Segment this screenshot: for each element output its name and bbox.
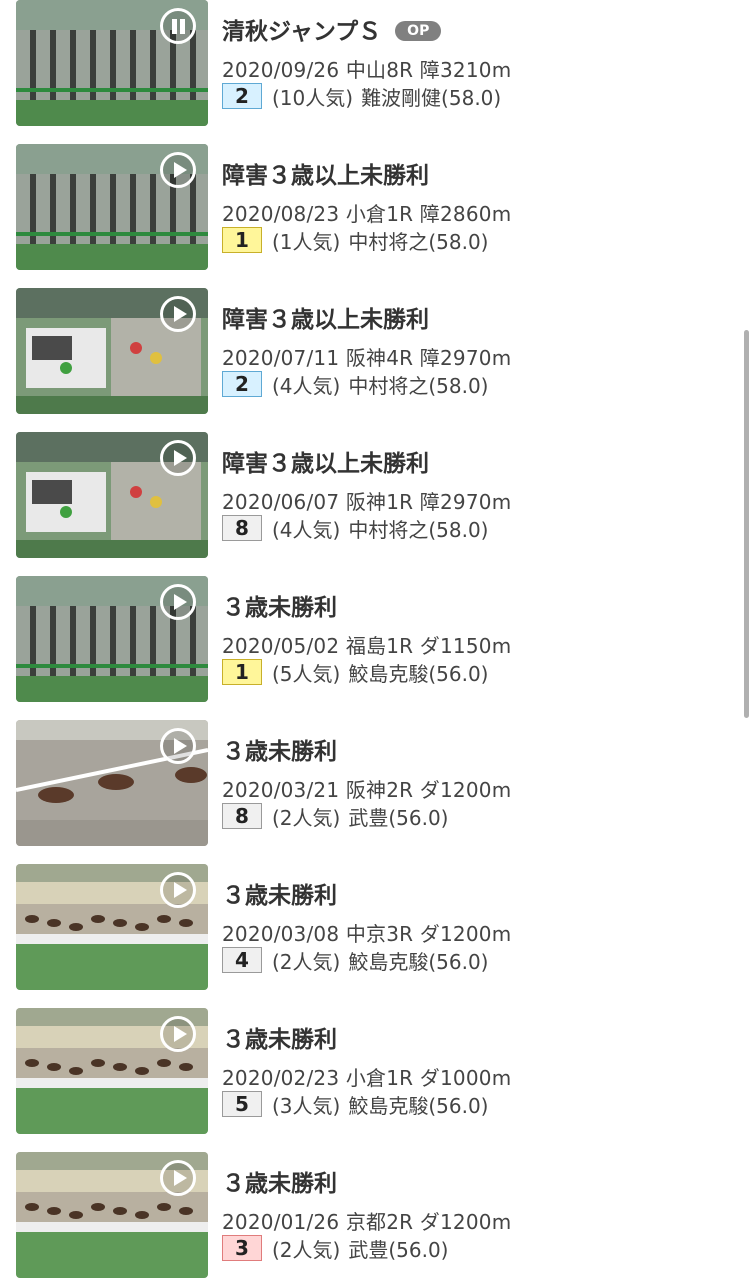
race-video-thumbnail[interactable] [16, 1152, 208, 1278]
popularity: (10人気) [272, 85, 354, 110]
race-name[interactable]: 障害３歳以上未勝利 [222, 300, 429, 334]
popularity: (4人気) [272, 373, 341, 398]
finish-position-badge: 3 [222, 1235, 262, 1261]
popularity: (2人気) [272, 1237, 341, 1262]
race-name[interactable]: ３歳未勝利 [222, 1020, 337, 1054]
result-line: 8 (4人気) 中村将之(58.0) [222, 514, 488, 542]
pause-icon[interactable] [160, 8, 196, 44]
race-row[interactable]: ３歳未勝利 2020/03/08 中京3R ダ1200m 4 (2人気) 鮫島克駿(56… [0, 846, 755, 990]
race-video-thumbnail[interactable] [16, 720, 208, 846]
popularity: (2人気) [272, 805, 341, 830]
popularity: (5人気) [272, 661, 341, 686]
finish-position-badge: 1 [222, 227, 262, 253]
race-name[interactable]: 障害３歳以上未勝利 [222, 444, 429, 478]
result-line: 2 (10人気) 難波剛健(58.0) [222, 82, 501, 110]
play-icon[interactable] [160, 152, 196, 188]
race-info: 2020/03/08 中京3R ダ1200m [222, 922, 512, 946]
race-video-thumbnail[interactable] [16, 144, 208, 270]
race-info: 2020/05/02 福島1R ダ1150m [222, 634, 512, 658]
race-info: 2020/06/07 阪神1R 障2970m [222, 490, 512, 514]
result-line: 2 (4人気) 中村将之(58.0) [222, 370, 488, 398]
race-video-thumbnail[interactable] [16, 1008, 208, 1134]
finish-position-badge: 2 [222, 371, 262, 397]
popularity: (4人気) [272, 517, 341, 542]
race-history-list: 清秋ジャンプＳ OP 2020/09/26 中山8R 障3210m 2 (10人気) 難波… [0, 0, 755, 1278]
jockey-weight: 武豊(56.0) [348, 1237, 449, 1262]
race-row[interactable]: ３歳未勝利 2020/01/26 京都2R ダ1200m 3 (2人気) 武豊(56.0… [0, 1134, 755, 1278]
grade-badge: OP [395, 21, 442, 41]
play-icon[interactable] [160, 440, 196, 476]
popularity: (3人気) [272, 1093, 341, 1118]
finish-position-badge: 8 [222, 515, 262, 541]
result-line: 1 (1人気) 中村将之(58.0) [222, 226, 488, 254]
result-line: 1 (5人気) 鮫島克駿(56.0) [222, 658, 488, 686]
race-name-text: 障害３歳以上未勝利 [222, 163, 429, 189]
finish-position-badge: 1 [222, 659, 262, 685]
race-name-text: ３歳未勝利 [222, 883, 337, 909]
race-info: 2020/01/26 京都2R ダ1200m [222, 1210, 512, 1234]
jockey-weight: 難波剛健(58.0) [361, 85, 502, 110]
jockey-weight: 中村将之(58.0) [348, 517, 489, 542]
result-line: 8 (2人気) 武豊(56.0) [222, 802, 448, 830]
race-row[interactable]: ３歳未勝利 2020/03/21 阪神2R ダ1200m 8 (2人気) 武豊(56.0… [0, 702, 755, 846]
play-icon[interactable] [160, 296, 196, 332]
scrollbar[interactable] [744, 330, 749, 718]
race-name-text: ３歳未勝利 [222, 1027, 337, 1053]
play-icon[interactable] [160, 728, 196, 764]
race-video-thumbnail[interactable] [16, 432, 208, 558]
race-name[interactable]: 清秋ジャンプＳ OP [222, 12, 442, 46]
race-info: 2020/09/26 中山8R 障3210m [222, 58, 512, 82]
jockey-weight: 中村将之(58.0) [348, 229, 489, 254]
race-name-text: 障害３歳以上未勝利 [222, 307, 429, 333]
race-name[interactable]: 障害３歳以上未勝利 [222, 156, 429, 190]
race-info: 2020/02/23 小倉1R ダ1000m [222, 1066, 512, 1090]
jockey-weight: 中村将之(58.0) [348, 373, 489, 398]
jockey-weight: 鮫島克駿(56.0) [348, 661, 489, 686]
jockey-weight: 鮫島克駿(56.0) [348, 949, 489, 974]
race-name-text: 清秋ジャンプＳ [222, 19, 382, 45]
finish-position-badge: 8 [222, 803, 262, 829]
race-video-thumbnail[interactable] [16, 288, 208, 414]
race-video-thumbnail[interactable] [16, 864, 208, 990]
popularity: (1人気) [272, 229, 341, 254]
race-row[interactable]: 障害３歳以上未勝利 2020/06/07 阪神1R 障2970m 8 (4人気) 中村将… [0, 414, 755, 558]
play-icon[interactable] [160, 584, 196, 620]
race-name-text: ３歳未勝利 [222, 595, 337, 621]
result-line: 5 (3人気) 鮫島克駿(56.0) [222, 1090, 488, 1118]
race-name[interactable]: ３歳未勝利 [222, 588, 337, 622]
race-video-thumbnail[interactable] [16, 576, 208, 702]
race-row[interactable]: 清秋ジャンプＳ OP 2020/09/26 中山8R 障3210m 2 (10人気) 難波… [0, 0, 755, 126]
finish-position-badge: 4 [222, 947, 262, 973]
race-name-text: ３歳未勝利 [222, 1171, 337, 1197]
race-info: 2020/03/21 阪神2R ダ1200m [222, 778, 512, 802]
finish-position-badge: 2 [222, 83, 262, 109]
race-name[interactable]: ３歳未勝利 [222, 876, 337, 910]
play-icon[interactable] [160, 872, 196, 908]
race-video-thumbnail[interactable] [16, 0, 208, 126]
result-line: 4 (2人気) 鮫島克駿(56.0) [222, 946, 488, 974]
race-row[interactable]: 障害３歳以上未勝利 2020/07/11 阪神4R 障2970m 2 (4人気) 中村将… [0, 270, 755, 414]
race-name-text: ３歳未勝利 [222, 739, 337, 765]
race-row[interactable]: ３歳未勝利 2020/02/23 小倉1R ダ1000m 5 (3人気) 鮫島克駿(56… [0, 990, 755, 1134]
race-row[interactable]: 障害３歳以上未勝利 2020/08/23 小倉1R 障2860m 1 (1人気) 中村将… [0, 126, 755, 270]
race-name-text: 障害３歳以上未勝利 [222, 451, 429, 477]
race-name[interactable]: ３歳未勝利 [222, 1164, 337, 1198]
race-info: 2020/08/23 小倉1R 障2860m [222, 202, 512, 226]
race-name[interactable]: ３歳未勝利 [222, 732, 337, 766]
finish-position-badge: 5 [222, 1091, 262, 1117]
play-icon[interactable] [160, 1016, 196, 1052]
result-line: 3 (2人気) 武豊(56.0) [222, 1234, 448, 1262]
race-row[interactable]: ３歳未勝利 2020/05/02 福島1R ダ1150m 1 (5人気) 鮫島克駿(56… [0, 558, 755, 702]
race-info: 2020/07/11 阪神4R 障2970m [222, 346, 512, 370]
jockey-weight: 武豊(56.0) [348, 805, 449, 830]
jockey-weight: 鮫島克駿(56.0) [348, 1093, 489, 1118]
popularity: (2人気) [272, 949, 341, 974]
play-icon[interactable] [160, 1160, 196, 1196]
